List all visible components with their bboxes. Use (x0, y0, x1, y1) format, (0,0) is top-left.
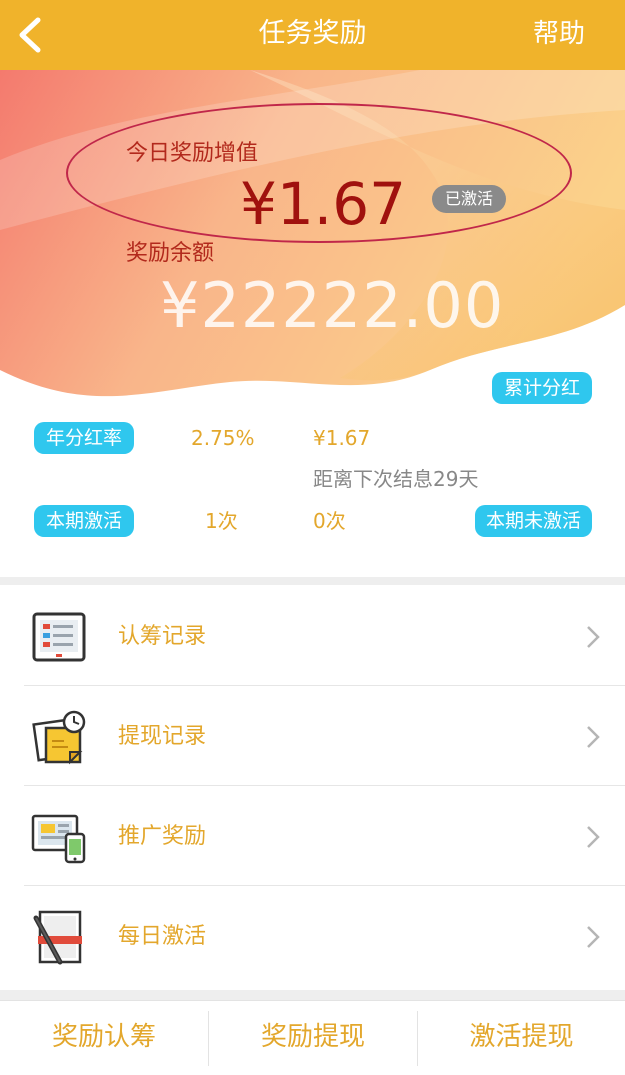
menu-item-promotion-rewards[interactable]: 推广奖励 (0, 786, 625, 886)
annual-rate-pill: 年分红率 (34, 422, 134, 454)
tablet-icon (32, 612, 86, 662)
next-interest-countdown: 距离下次结息29天 (313, 467, 479, 491)
devices-icon (31, 814, 86, 864)
chevron-right-icon (587, 626, 600, 648)
tabbar-gap (0, 990, 625, 1000)
bottom-action-bar: 奖励认筹 奖励提现 激活提现 (0, 1000, 625, 1075)
annual-rate-value: 2.75% (191, 426, 255, 450)
tab-reward-subscription[interactable]: 奖励认筹 (0, 1019, 208, 1055)
nav-bar: 任务奖励 帮助 (0, 0, 625, 70)
period-active-pill: 本期激活 (34, 505, 134, 537)
tab-activation-withdrawal[interactable]: 激活提现 (418, 1019, 625, 1055)
menu-item-daily-activation[interactable]: 每日激活 (0, 886, 625, 986)
period-inactive-count: 0次 (313, 509, 346, 533)
menu-item-label: 提现记录 (118, 724, 207, 749)
period-active-count: 1次 (205, 509, 238, 533)
menu-item-withdrawal-records[interactable]: 提现记录 (0, 686, 625, 786)
menu-item-subscription-records[interactable]: 认筹记录 (0, 586, 625, 686)
reward-balance-label: 奖励余额 (126, 241, 215, 266)
highlight-ellipse (66, 103, 572, 243)
tab-reward-withdrawal[interactable]: 奖励提现 (209, 1019, 417, 1055)
menu-item-label: 每日激活 (118, 924, 207, 949)
chevron-right-icon (587, 926, 600, 948)
menu-item-label: 推广奖励 (118, 824, 207, 849)
cumulative-dividend-value: ¥1.67 (313, 426, 371, 450)
page-title: 任务奖励 (258, 18, 367, 49)
period-inactive-pill: 本期未激活 (475, 505, 592, 537)
chevron-right-icon (587, 726, 600, 748)
notebook-pen-icon (33, 910, 82, 965)
note-clock-icon (32, 710, 86, 765)
menu-item-label: 认筹记录 (118, 624, 207, 649)
chevron-right-icon (587, 826, 600, 848)
cumulative-dividend-pill: 累计分红 (492, 372, 592, 404)
help-button[interactable]: 帮助 (533, 17, 585, 51)
section-divider (0, 577, 625, 585)
reward-balance-amount: ¥22222.00 (160, 269, 505, 342)
